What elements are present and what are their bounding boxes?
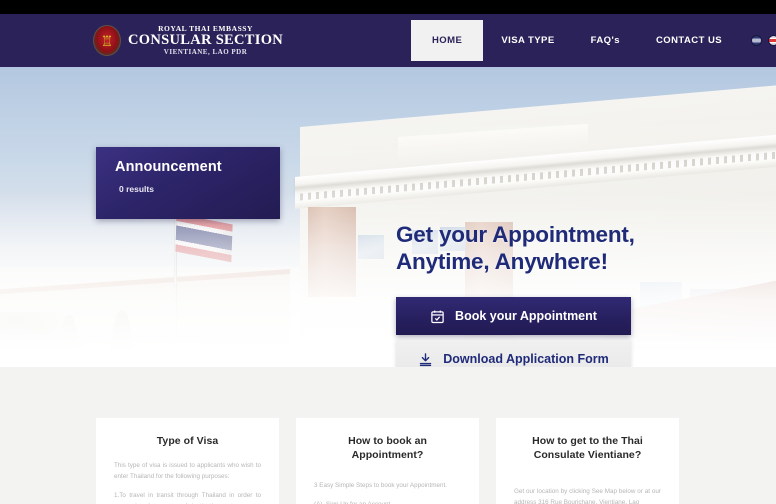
language-switcher xyxy=(751,35,776,46)
brand-logo[interactable]: ♖ ROYAL THAI EMBASSY CONSULAR SECTION VI… xyxy=(93,25,283,56)
announcement-results-count: 0 results xyxy=(119,184,154,194)
nav-item-faqs[interactable]: FAQ's xyxy=(573,14,638,67)
hero-title-line-1: Get your Appointment, xyxy=(396,222,635,247)
book-appointment-label: Book your Appointment xyxy=(455,309,597,324)
info-card-title: How to get to the Thai Consulate Vientia… xyxy=(532,435,643,462)
calendar-check-icon xyxy=(430,309,445,324)
brand-line-location: VIENTIANE, LAO PDR xyxy=(163,47,248,56)
info-card-how-to-book[interactable]: How to book an Appointment? 3 Easy Simpl… xyxy=(296,418,479,504)
announcement-card[interactable]: Announcement 0 results xyxy=(96,147,280,219)
info-section: Type of Visa This type of visa is issued… xyxy=(0,367,776,504)
info-card-paragraph: 1.To travel in transit through Thailand … xyxy=(114,492,261,504)
page-root: ♖ ROYAL THAI EMBASSY CONSULAR SECTION VI… xyxy=(0,0,776,504)
download-application-form-label: Download Application Form xyxy=(443,352,609,367)
info-card-list: Type of Visa This type of visa is issued… xyxy=(96,418,679,504)
hero-title: Get your Appointment, Anytime, Anywhere! xyxy=(396,222,696,275)
hero-section: Get your Appointment, Anytime, Anywhere!… xyxy=(0,67,776,367)
brand-text: ROYAL THAI EMBASSY CONSULAR SECTION VIEN… xyxy=(128,25,283,56)
info-card-paragraph: This type of visa is issued to applicant… xyxy=(114,462,261,481)
info-card-paragraph: (A). Sign Up for an Account. xyxy=(314,499,461,504)
info-card-body: Get our location by clicking See Map bel… xyxy=(514,486,661,504)
thai-flag-icon[interactable] xyxy=(768,35,776,46)
download-application-form-button[interactable]: Download Application Form xyxy=(396,340,631,367)
hero-content: Get your Appointment, Anytime, Anywhere!… xyxy=(396,222,696,367)
info-card-body: This type of visa is issued to applicant… xyxy=(114,460,261,504)
browser-top-strip xyxy=(0,0,776,14)
brand-line-consular: CONSULAR SECTION xyxy=(128,31,284,48)
nav-item-contact-us[interactable]: CONTACT US xyxy=(638,14,740,67)
info-card-type-of-visa[interactable]: Type of Visa This type of visa is issued… xyxy=(96,418,279,504)
hero-title-line-2: Anytime, Anywhere! xyxy=(396,248,608,274)
download-icon xyxy=(418,352,433,367)
info-card-title: Type of Visa xyxy=(156,435,219,447)
announcement-title: Announcement xyxy=(115,159,222,175)
main-navigation: HOME VISA TYPE FAQ's CONTACT US xyxy=(411,14,776,67)
book-appointment-button[interactable]: Book your Appointment xyxy=(396,297,631,336)
info-card-how-to-get-there[interactable]: How to get to the Thai Consulate Vientia… xyxy=(496,418,679,504)
info-card-paragraph: 3 Easy Simple Steps to book your Appoint… xyxy=(314,482,448,490)
nav-item-visa-type[interactable]: VISA TYPE xyxy=(483,14,572,67)
lao-flag-icon[interactable] xyxy=(751,35,763,46)
nav-item-home[interactable]: HOME xyxy=(411,20,484,61)
info-card-body: 3 Easy Simple Steps to book your Appoint… xyxy=(314,480,461,504)
info-card-title: How to book an Appointment? xyxy=(348,435,427,462)
garuda-emblem-icon: ♖ xyxy=(93,25,121,56)
info-card-paragraph: Get our location by clicking See Map bel… xyxy=(514,488,661,504)
garuda-glyph: ♖ xyxy=(100,32,114,49)
